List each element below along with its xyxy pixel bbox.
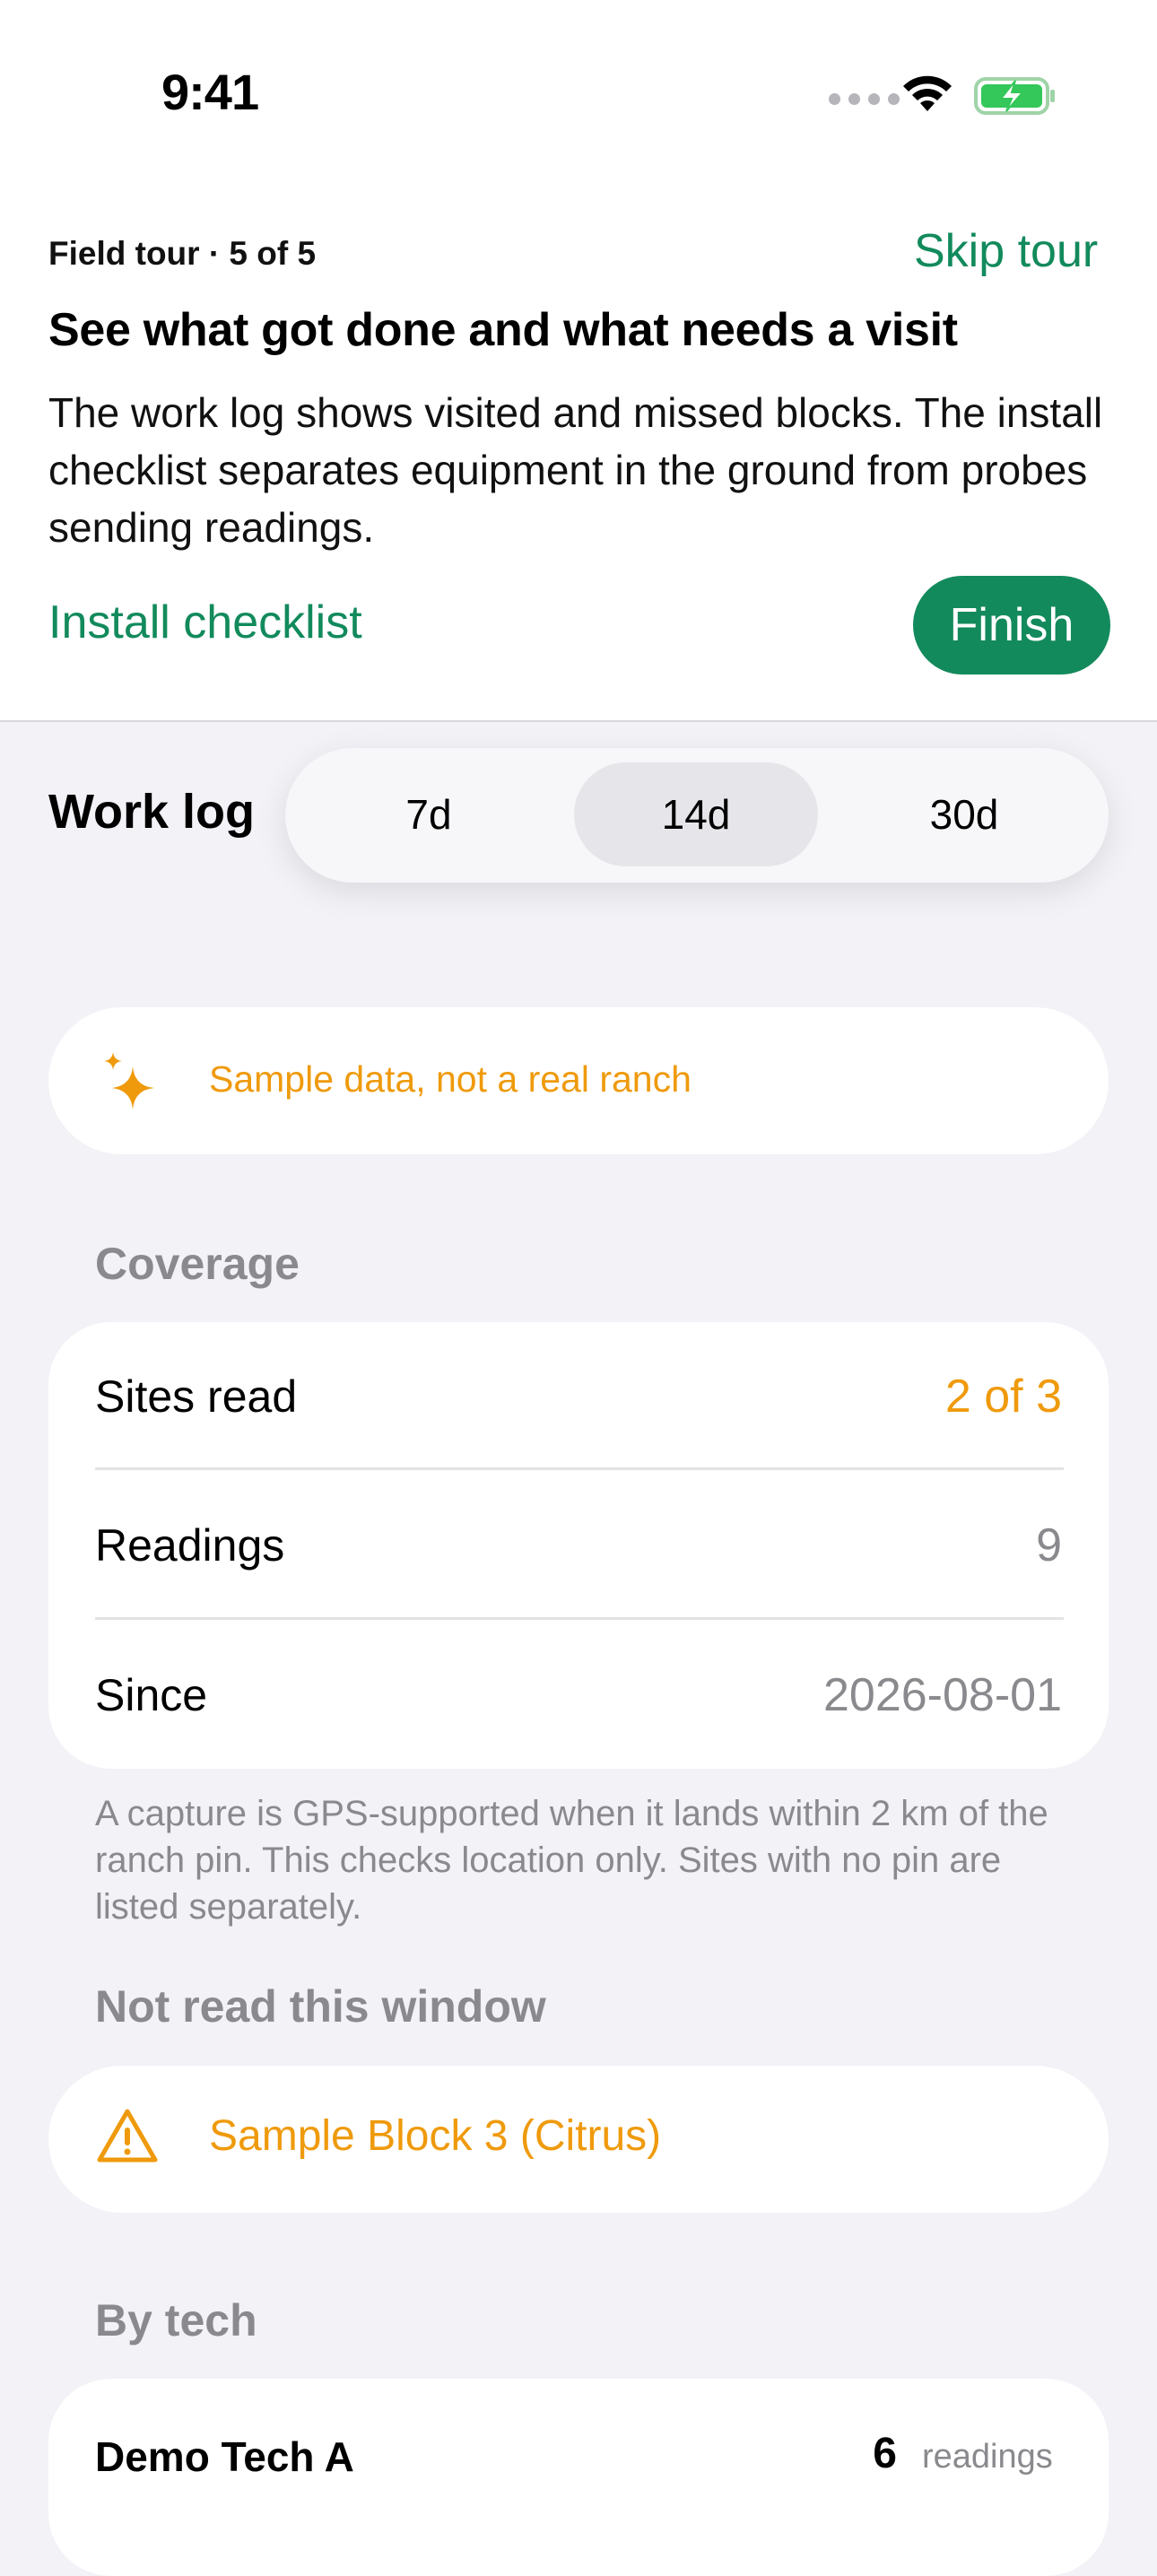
by-tech-header: By tech	[95, 2295, 257, 2345]
range-option-14d[interactable]: 14d	[574, 762, 818, 866]
warning-triangle-icon	[97, 2109, 158, 2163]
work-log-title: Work log	[48, 785, 256, 839]
tech-name: Demo Tech A	[95, 2433, 354, 2480]
since-value: 2026-08-01	[823, 1669, 1062, 1721]
status-time: 9:41	[161, 64, 259, 120]
tech-reading-count: 6	[873, 2430, 897, 2477]
skip-tour-button[interactable]: Skip tour	[914, 224, 1098, 278]
range-option-30d[interactable]: 30d	[842, 762, 1086, 866]
install-checklist-link[interactable]: Install checklist	[48, 596, 362, 649]
row-divider	[95, 1617, 1064, 1620]
tour-description: The work log shows visited and missed bl…	[48, 389, 1103, 551]
sample-data-text: Sample data, not a real ranch	[209, 1058, 692, 1100]
since-label: Since	[95, 1670, 208, 1720]
tour-step-indicator: Field tour · 5 of 5	[48, 235, 317, 272]
range-option-7d[interactable]: 7d	[307, 762, 551, 866]
sites-read-label: Sites read	[95, 1371, 298, 1422]
tech-reading-unit: readings	[922, 2438, 1053, 2476]
readings-label: Readings	[95, 1520, 285, 1571]
missed-block-label: Sample Block 3 (Citrus)	[209, 2112, 662, 2160]
finish-button[interactable]: Finish	[913, 576, 1110, 674]
not-read-header: Not read this window	[95, 1981, 546, 2032]
sparkles-icon	[104, 1052, 154, 1110]
battery-charging-icon	[974, 77, 1055, 115]
coverage-footnote: A capture is GPS-supported when it lands…	[95, 1794, 1048, 1927]
range-segmented-control: 7d 14d 30d	[285, 748, 1109, 883]
cellular-signal-icon	[829, 93, 900, 105]
tour-title: See what got done and what needs a visit	[48, 304, 958, 356]
coverage-header: Coverage	[95, 1239, 300, 1289]
readings-value: 9	[1036, 1519, 1062, 1571]
sites-read-value: 2 of 3	[944, 1371, 1062, 1423]
wifi-icon	[903, 75, 952, 111]
row-divider	[95, 1467, 1064, 1470]
